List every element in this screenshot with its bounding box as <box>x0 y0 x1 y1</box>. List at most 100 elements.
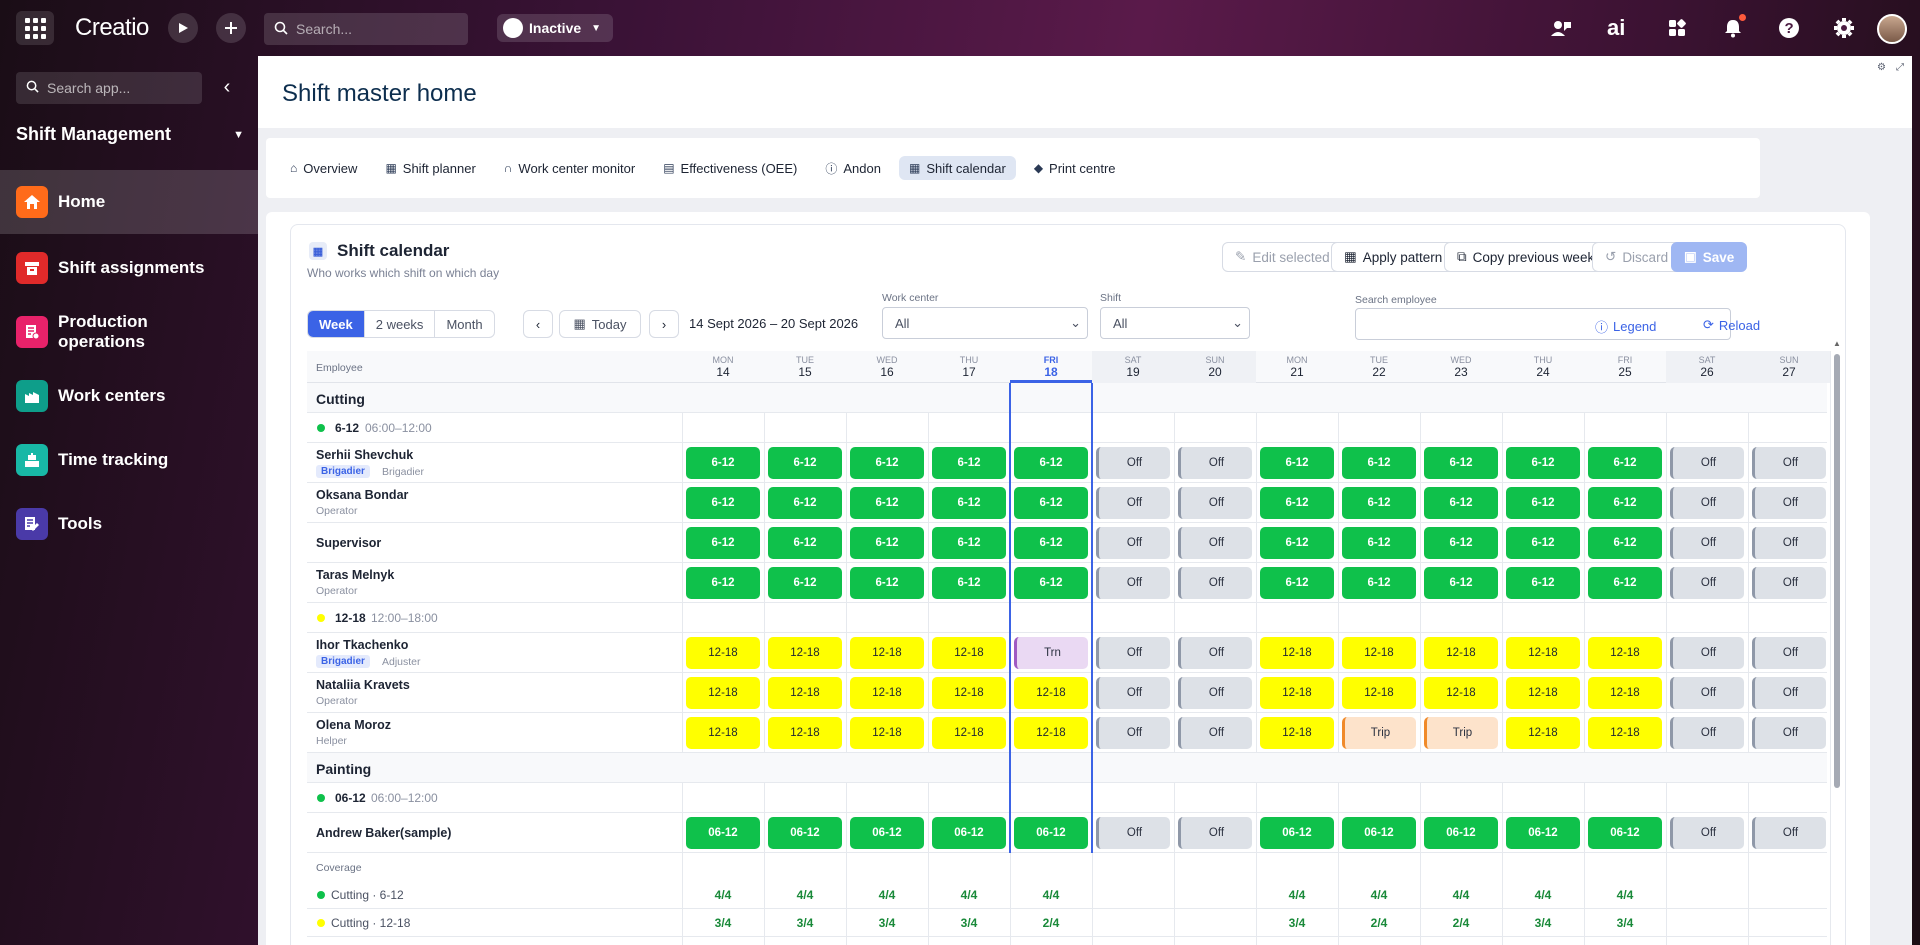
copy-previous-week-button[interactable]: ⧉ Copy previous week <box>1444 242 1608 272</box>
shift-cell[interactable]: 6-12 <box>1014 447 1088 479</box>
shift-cell[interactable]: 6-12 <box>1506 567 1580 599</box>
shift-cell[interactable]: 12-18 <box>1506 677 1580 709</box>
shift-cell[interactable]: 6-12 <box>1014 527 1088 559</box>
shift-cell[interactable]: 6-12 <box>686 447 760 479</box>
shift-cell[interactable]: Off <box>1178 717 1252 749</box>
shift-cell[interactable]: 6-12 <box>686 487 760 519</box>
shift-cell[interactable]: 12-18 <box>1588 637 1662 669</box>
shift-cell[interactable]: 12-18 <box>1260 637 1334 669</box>
shift-cell[interactable]: 6-12 <box>1424 447 1498 479</box>
shift-cell[interactable]: 12-18 <box>1342 637 1416 669</box>
shift-cell[interactable]: 12-18 <box>1342 677 1416 709</box>
shift-cell[interactable]: 12-18 <box>1588 677 1662 709</box>
shift-cell[interactable]: Off <box>1752 487 1826 519</box>
shift-cell[interactable]: 6-12 <box>850 527 924 559</box>
discard-button[interactable]: ↺ Discard <box>1592 242 1682 272</box>
view-2-weeks-button[interactable]: 2 weeks <box>365 311 436 337</box>
shift-cell[interactable]: 12-18 <box>1260 717 1334 749</box>
shift-cell[interactable]: 6-12 <box>1260 447 1334 479</box>
shift-cell[interactable]: 6-12 <box>1424 567 1498 599</box>
employee-name[interactable]: Olena Moroz <box>316 718 391 732</box>
shift-cell[interactable]: Off <box>1670 487 1744 519</box>
shift-cell[interactable]: Off <box>1670 677 1744 709</box>
shift-cell[interactable]: Off <box>1096 637 1170 669</box>
shift-cell[interactable]: 6-12 <box>1424 487 1498 519</box>
shift-cell[interactable]: Off <box>1752 677 1826 709</box>
shift-cell[interactable]: Off <box>1096 567 1170 599</box>
shift-cell[interactable]: Off <box>1670 717 1744 749</box>
shift-cell[interactable]: 6-12 <box>932 567 1006 599</box>
sidebar-item-time-tracking[interactable]: Time tracking <box>0 428 258 492</box>
shift-cell[interactable]: 12-18 <box>686 677 760 709</box>
search-employee-input[interactable] <box>1355 308 1731 340</box>
shift-cell[interactable]: Off <box>1670 567 1744 599</box>
shift-cell[interactable]: 6-12 <box>686 527 760 559</box>
employee-name[interactable]: Serhii Shevchuk <box>316 448 413 462</box>
expand-icon[interactable]: ⤢ <box>1896 62 1904 73</box>
shift-cell[interactable]: 6-12 <box>932 447 1006 479</box>
tab-shift-calendar[interactable]: ▦ Shift calendar <box>898 156 1016 180</box>
grid-scrollbar[interactable]: ▲ <box>1833 339 1842 788</box>
shift-cell[interactable]: 12-18 <box>686 637 760 669</box>
view-week-button[interactable]: Week <box>308 311 365 337</box>
shift-cell[interactable]: 06-12 <box>686 817 760 849</box>
sidebar-item-shift-assignments[interactable]: Shift assignments <box>0 236 258 300</box>
shift-cell[interactable]: 6-12 <box>1014 567 1088 599</box>
shift-cell[interactable]: 12-18 <box>932 717 1006 749</box>
shift-cell[interactable]: Off <box>1670 447 1744 479</box>
prev-week-button[interactable]: ‹ <box>523 310 553 338</box>
shift-cell[interactable]: 12-18 <box>768 677 842 709</box>
shift-cell[interactable]: 6-12 <box>850 487 924 519</box>
employee-name[interactable]: Ihor Tkachenko <box>316 638 408 652</box>
legend-button[interactable]: ⓘ Legend <box>1595 317 1656 336</box>
shift-cell[interactable]: Off <box>1670 527 1744 559</box>
shift-cell[interactable]: 6-12 <box>768 567 842 599</box>
sidebar-item-home[interactable]: Home <box>0 170 258 234</box>
shift-cell[interactable]: 6-12 <box>1506 527 1580 559</box>
bell-icon[interactable] <box>1719 14 1747 42</box>
shift-cell[interactable]: Off <box>1096 817 1170 849</box>
shift-cell[interactable]: 6-12 <box>768 527 842 559</box>
employee-name[interactable]: Supervisor <box>316 536 381 550</box>
play-icon[interactable] <box>168 13 198 43</box>
shift-cell[interactable]: Off <box>1752 637 1826 669</box>
user-avatar[interactable] <box>1877 14 1907 44</box>
shift-cell[interactable]: 6-12 <box>850 447 924 479</box>
tab-effectiveness[interactable]: ▤ Effectiveness (OEE) <box>653 156 807 180</box>
employee-name[interactable]: Oksana Bondar <box>316 488 408 502</box>
employee-name[interactable]: Andrew Baker(sample) <box>316 826 451 840</box>
next-week-button[interactable]: › <box>649 310 679 338</box>
tab-andon[interactable]: ⓘ Andon <box>815 156 891 180</box>
shift-cell[interactable]: 06-12 <box>1260 817 1334 849</box>
shift-cell[interactable]: 6-12 <box>1260 567 1334 599</box>
shift-cell[interactable]: 06-12 <box>1424 817 1498 849</box>
tab-shift-planner[interactable]: ▦ Shift planner <box>375 156 485 180</box>
sidebar-item-production-operations[interactable]: Production operations <box>0 300 258 364</box>
shift-cell[interactable]: Off <box>1752 447 1826 479</box>
shift-cell[interactable]: 06-12 <box>768 817 842 849</box>
shift-cell[interactable]: 06-12 <box>1342 817 1416 849</box>
shift-cell[interactable]: 12-18 <box>850 677 924 709</box>
shift-cell[interactable]: Off <box>1752 817 1826 849</box>
shift-cell[interactable]: 6-12 <box>1260 527 1334 559</box>
shift-cell[interactable]: 12-18 <box>1014 717 1088 749</box>
collapse-sidebar-icon[interactable]: ‹ <box>216 75 238 99</box>
shift-cell[interactable]: 12-18 <box>932 637 1006 669</box>
shift-cell[interactable]: 12-18 <box>1260 677 1334 709</box>
shift-cell[interactable]: 6-12 <box>1588 447 1662 479</box>
settings-small-icon[interactable]: ⚙ <box>1877 62 1886 73</box>
ai-icon[interactable]: ai <box>1607 14 1635 42</box>
shift-cell[interactable]: 6-12 <box>1342 567 1416 599</box>
view-month-button[interactable]: Month <box>435 311 493 337</box>
chat-icon[interactable] <box>1547 14 1575 42</box>
shift-cell[interactable]: 06-12 <box>932 817 1006 849</box>
shift-cell[interactable]: 12-18 <box>768 717 842 749</box>
sidebar-item-tools[interactable]: Tools <box>0 492 258 556</box>
shift-cell[interactable]: 06-12 <box>1014 817 1088 849</box>
grid-icon[interactable] <box>1663 14 1691 42</box>
shift-cell[interactable]: Off <box>1178 447 1252 479</box>
reload-button[interactable]: ⟳ Reload <box>1703 317 1760 333</box>
shift-cell[interactable]: 6-12 <box>1506 487 1580 519</box>
shift-cell[interactable]: 6-12 <box>1014 487 1088 519</box>
shift-cell[interactable]: Trip <box>1342 717 1416 749</box>
